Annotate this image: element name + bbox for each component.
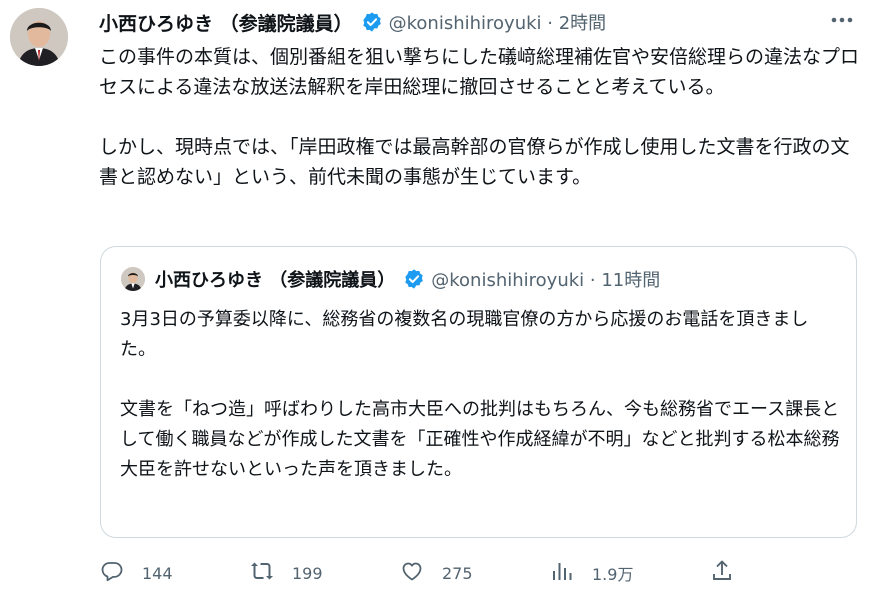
quoted-paragraph: 文書を「ねつ造」呼ばわりした高市大臣への批判はもちろん、今も総務省でエース課長と… bbox=[120, 399, 840, 480]
quoted-tweet[interactable]: 小西ひろゆき （参議院議員） @konishihiroyuki · 11時間 3… bbox=[100, 246, 857, 538]
retweet-icon bbox=[250, 559, 274, 587]
heart-icon bbox=[400, 559, 424, 587]
tweet-paragraph: この事件の本質は、個別番組を狙い撃ちにした礒﨑総理補佐官や安倍総理らの違法なプロ… bbox=[99, 46, 860, 98]
quoted-handle-and-time: @konishihiroyuki · 11時間 bbox=[431, 270, 661, 291]
like-button[interactable]: 275 bbox=[400, 558, 473, 588]
verified-badge-icon bbox=[403, 268, 425, 290]
quoted-paragraph: 3月3日の予算委以降に、総務省の複数名の現職官僚の方から応援のお電話を頂きました… bbox=[120, 309, 809, 360]
tweet-paragraph: しかし、現時点では、「岸田政権では最高幹部の官僚らが作成し使用した文書を行政の文… bbox=[99, 136, 850, 188]
reply-icon bbox=[100, 559, 124, 587]
quoted-author-name: 小西ひろゆき （参議院議員） bbox=[155, 270, 396, 291]
reply-count: 144 bbox=[142, 563, 173, 583]
quoted-author-avatar[interactable] bbox=[121, 267, 145, 291]
views-chart-icon bbox=[550, 559, 574, 587]
retweet-button[interactable]: 199 bbox=[250, 558, 323, 588]
verified-badge-icon bbox=[361, 11, 383, 33]
quoted-text: 3月3日の予算委以降に、総務省の複数名の現職官僚の方から応援のお電話を頂きました… bbox=[120, 305, 840, 485]
more-dots-icon[interactable] bbox=[829, 10, 855, 30]
views-count: 1.9万 bbox=[592, 565, 634, 584]
quoted-header: 小西ひろゆき （参議院議員） @konishihiroyuki · 11時間 bbox=[121, 265, 660, 293]
tweet-header: 小西ひろゆき （参議院議員） @konishihiroyuki · 2時間 bbox=[99, 8, 606, 36]
like-count: 275 bbox=[442, 563, 473, 583]
views-button[interactable]: 1.9万 bbox=[550, 558, 633, 588]
reply-button[interactable]: 144 bbox=[100, 558, 173, 588]
share-button[interactable] bbox=[710, 558, 734, 588]
tweet-text: この事件の本質は、個別番組を狙い撃ちにした礒﨑総理補佐官や安倍総理らの違法なプロ… bbox=[99, 42, 859, 192]
share-icon bbox=[710, 559, 734, 587]
action-bar: 144 199 275 1.9万 bbox=[100, 558, 860, 588]
handle-and-time[interactable]: @konishihiroyuki · 2時間 bbox=[389, 9, 607, 35]
retweet-count: 199 bbox=[292, 563, 323, 583]
author-name[interactable]: 小西ひろゆき （参議院議員） bbox=[99, 9, 353, 36]
author-avatar[interactable] bbox=[10, 8, 68, 66]
